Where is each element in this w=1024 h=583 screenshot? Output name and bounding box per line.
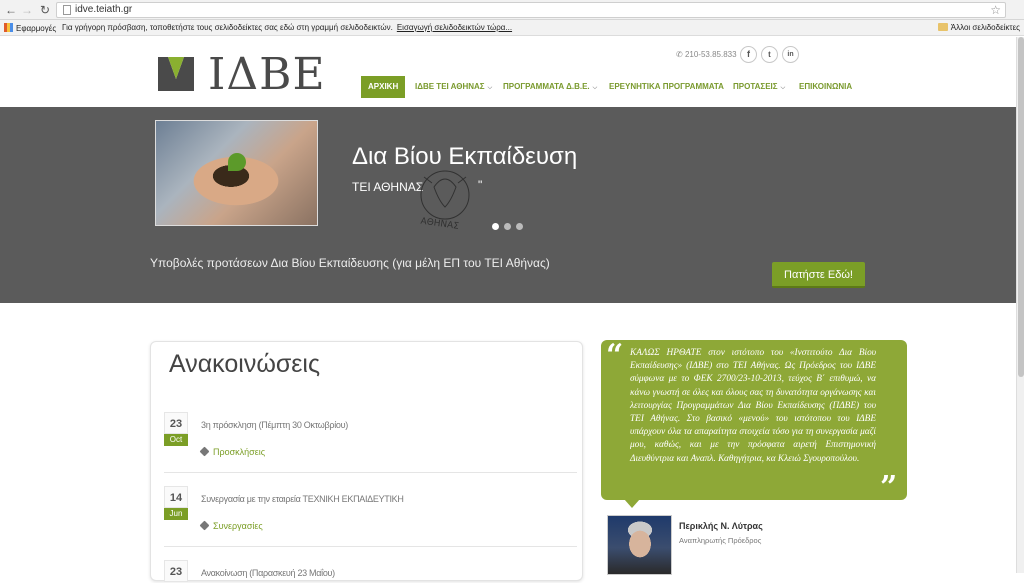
divider bbox=[164, 546, 577, 547]
tei-seal-icon: ΑΘΗΝΑΣ bbox=[420, 170, 470, 232]
close-quote-icon: ” bbox=[880, 470, 898, 505]
nav-proposals-label: ΠΡΟΤΑΣΕΙΣ bbox=[733, 82, 778, 91]
announcements-title: Ανακοινώσεις bbox=[169, 350, 321, 378]
facebook-icon[interactable]: f bbox=[740, 46, 757, 63]
apps-label: Εφαρμογές bbox=[16, 24, 57, 33]
nav-research[interactable]: ΕΡΕΥΝΗΤΙΚΑ ΠΡΟΓΡΑΜΜΑΤΑ bbox=[609, 76, 724, 98]
hero-image bbox=[155, 120, 318, 226]
president-role: Αναπληρωτής Πρόεδρος bbox=[679, 536, 762, 545]
url-text: idve.teiath.gr bbox=[75, 4, 133, 15]
import-bookmarks-link[interactable]: Εισαγωγή σελιδοδεικτών τώρα... bbox=[397, 23, 512, 32]
apps-grid-icon bbox=[4, 23, 13, 32]
nav-home[interactable]: ΑΡΧΙΚΗ bbox=[361, 76, 406, 98]
phone-number: ✆ 210-53.85.833 bbox=[676, 50, 737, 59]
date-badge: 23 bbox=[164, 560, 188, 582]
chevron-down-icon: ⌵ bbox=[487, 85, 493, 91]
scrollbar-thumb[interactable] bbox=[1018, 37, 1024, 377]
slider-dot-3[interactable] bbox=[516, 223, 523, 230]
tag-label: Συνεργασίες bbox=[213, 521, 263, 531]
announcement-link[interactable]: 3η πρόσκληση (Πέμπτη 30 Οκτωβρίου) bbox=[201, 420, 348, 430]
president-name: Περικλής Ν. Λύτρας bbox=[679, 521, 763, 531]
sprout-icon bbox=[228, 153, 246, 171]
reload-icon[interactable]: ↻ bbox=[38, 3, 52, 17]
twitter-icon[interactable]: t bbox=[761, 46, 778, 63]
date-day: 23 bbox=[164, 560, 188, 582]
hero-cta-text: Υποβολές προτάσεων Δια Βίου Εκπαίδευσης … bbox=[150, 256, 550, 270]
slider-dot-1[interactable] bbox=[492, 223, 499, 230]
nav-idve-tei-label: ΙΔΒΕ ΤΕΙ ΑΘΗΝΑΣ bbox=[415, 82, 485, 91]
president-photo bbox=[607, 515, 672, 575]
open-quote-icon: “ bbox=[606, 338, 624, 373]
back-icon[interactable]: ← bbox=[4, 3, 18, 17]
seal-text: ΑΘΗΝΑΣ bbox=[420, 217, 460, 232]
welcome-text: ΚΑΛΩΣ ΗΡΘΑΤΕ στον ιστότοπο του «Ινστιτού… bbox=[630, 348, 876, 464]
tag-icon bbox=[199, 446, 210, 457]
date-badge: 14 Jun bbox=[164, 486, 188, 520]
nav-programs[interactable]: ΠΡΟΓΡΑΜΜΑΤΑ Δ.Β.Ε. ⌵ bbox=[503, 76, 597, 98]
bookmarks-hint-text: Για γρήγορη πρόσβαση, τοποθετήστε τους σ… bbox=[62, 23, 393, 32]
announcement-link[interactable]: Ανακοίνωση (Παρασκευή 23 Μαΐου) bbox=[201, 568, 335, 578]
browser-toolbar: ← → ↻ idve.teiath.gr ☆ bbox=[0, 0, 1024, 20]
bookmarks-hint: Για γρήγορη πρόσβαση, τοποθετήστε τους σ… bbox=[62, 23, 512, 32]
date-badge: 23 Oct bbox=[164, 412, 188, 446]
announcement-link[interactable]: Συνεργασία με την εταιρεία ΤΕΧΝΙΚΗ ΕΚΠΑΙ… bbox=[201, 494, 404, 504]
click-here-button[interactable]: Πατήστε Εδώ! bbox=[772, 262, 865, 288]
chevron-down-icon: ⌵ bbox=[592, 85, 598, 91]
bookmarks-bar: Εφαρμογές Για γρήγορη πρόσβαση, τοποθετή… bbox=[0, 20, 1024, 36]
page-icon bbox=[63, 5, 71, 15]
announcement-tag[interactable]: Προσκλήσεις bbox=[199, 446, 266, 457]
site-header: ΙΔΒΕ ✆ 210-53.85.833 f t in ΑΡΧΙΚΗ ΙΔΒΕ … bbox=[0, 37, 1024, 107]
address-bar[interactable]: idve.teiath.gr ☆ bbox=[56, 2, 1006, 18]
date-day: 14 bbox=[164, 486, 188, 508]
date-month: Jun bbox=[164, 508, 188, 520]
quote-pointer bbox=[624, 499, 640, 508]
logo-icon[interactable] bbox=[158, 57, 194, 91]
page-scrollbar[interactable] bbox=[1016, 37, 1024, 573]
linkedin-icon[interactable]: in bbox=[782, 46, 799, 63]
phone-text: 210-53.85.833 bbox=[684, 50, 737, 59]
nav-contact[interactable]: ΕΠΙΚΟΙΝΩΝΙΑ bbox=[799, 76, 852, 98]
nav-programs-label: ΠΡΟΓΡΑΜΜΑΤΑ Δ.Β.Ε. bbox=[503, 82, 590, 91]
other-bookmarks[interactable]: Άλλοι σελιδοδείκτες bbox=[937, 23, 1020, 32]
tag-icon bbox=[199, 520, 210, 531]
chevron-down-icon: ⌵ bbox=[780, 85, 786, 91]
forward-icon[interactable]: → bbox=[20, 3, 34, 17]
apps-shortcut[interactable]: Εφαρμογές bbox=[4, 23, 56, 33]
tag-label: Προσκλήσεις bbox=[213, 447, 266, 457]
nav-idve-tei[interactable]: ΙΔΒΕ ΤΕΙ ΑΘΗΝΑΣ ⌵ bbox=[415, 76, 492, 98]
folder-icon bbox=[937, 23, 948, 31]
divider bbox=[164, 472, 577, 473]
hero-banner: Δια Βίου Εκπαίδευση ΤΕΙ ΑΘΗΝΑΣ " ΑΘΗΝΑΣ … bbox=[0, 107, 1016, 303]
date-day: 23 bbox=[164, 412, 188, 434]
announcements-panel: Ανακοινώσεις 23 Oct 3η πρόσκληση (Πέμπτη… bbox=[150, 341, 583, 582]
logo-text[interactable]: ΙΔΒΕ bbox=[208, 49, 326, 100]
slider-dot-2[interactable] bbox=[504, 223, 511, 230]
other-bookmarks-label: Άλλοι σελιδοδείκτες bbox=[950, 23, 1020, 32]
bookmark-star-icon[interactable]: ☆ bbox=[990, 3, 1001, 17]
nav-proposals[interactable]: ΠΡΟΤΑΣΕΙΣ ⌵ bbox=[733, 76, 785, 98]
announcement-tag[interactable]: Συνεργασίες bbox=[199, 520, 263, 531]
date-month: Oct bbox=[164, 434, 188, 446]
